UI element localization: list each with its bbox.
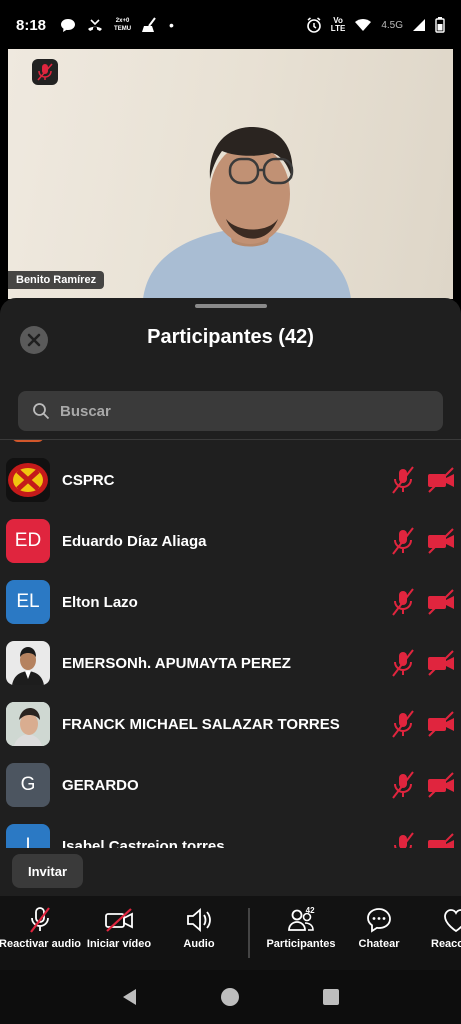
status-time: 8:18 xyxy=(16,16,47,34)
mic-muted-icon xyxy=(392,527,414,555)
participant-name: EMERSONh. APUMAYTA PEREZ xyxy=(62,654,291,672)
alarm-icon xyxy=(306,17,321,33)
system-nav-bar xyxy=(0,970,461,1024)
home-icon[interactable] xyxy=(220,987,240,1007)
back-icon[interactable] xyxy=(120,987,140,1007)
scrolled-avatar-edge xyxy=(12,440,44,442)
mic-muted-icon xyxy=(30,907,50,933)
invite-bar: Invitar xyxy=(0,848,461,896)
start-video-button[interactable]: Iniciar vídeo xyxy=(84,906,154,962)
avatar: EL xyxy=(6,580,50,624)
avatar-photo xyxy=(6,641,50,685)
avatar: I xyxy=(6,824,50,850)
participants-button[interactable]: 42 Participantes xyxy=(262,906,340,962)
csprc-logo-icon xyxy=(8,463,48,497)
chat-icon xyxy=(367,908,391,933)
search-input[interactable] xyxy=(60,402,400,420)
participant-name: FRANCK MICHAEL SALAZAR TORRES xyxy=(62,715,340,733)
avatar xyxy=(6,458,50,502)
video-off-icon xyxy=(428,711,454,737)
mic-muted-icon xyxy=(392,588,414,616)
person-photo xyxy=(12,647,44,685)
participant-row[interactable]: EMERSONh. APUMAYTA PEREZ xyxy=(0,633,461,693)
speaker-silhouette xyxy=(143,127,351,299)
participant-row[interactable]: ED Eduardo Díaz Aliaga xyxy=(0,511,461,571)
status-system-icons: Vo LTE 4.5G xyxy=(306,17,445,33)
mic-muted-icon xyxy=(37,63,53,81)
network-type: 4.5G xyxy=(381,19,403,31)
search-icon xyxy=(33,403,50,420)
participants-count-badge: 42 xyxy=(305,906,315,915)
video-off-icon xyxy=(428,772,454,798)
video-off-icon xyxy=(105,908,133,932)
mic-muted-icon xyxy=(392,771,414,799)
video-off-icon xyxy=(428,528,454,554)
start-video-label: Iniciar vídeo xyxy=(86,938,152,950)
participant-row[interactable]: FRANCK MICHAEL SALAZAR TORRES xyxy=(0,694,461,754)
avatar-initials: G xyxy=(20,774,36,795)
temu-badge: 2x+0 TEMU xyxy=(114,18,132,32)
avatar: ED xyxy=(6,519,50,563)
participant-row[interactable]: EL Elton Lazo xyxy=(0,572,461,632)
audio-icon xyxy=(187,908,211,932)
search-bar[interactable] xyxy=(18,391,443,431)
chat-label: Chatear xyxy=(358,938,400,950)
status-bar: 8:18 2x+0 TEMU • Vo LTE 4.5G xyxy=(0,0,461,50)
missed-call-icon xyxy=(88,19,103,31)
participant-row[interactable]: I Isabel Castrejon torres xyxy=(0,816,461,850)
avatar-initials: ED xyxy=(14,530,42,551)
video-off-icon xyxy=(428,650,454,676)
video-off-icon xyxy=(428,467,454,493)
mic-muted-icon xyxy=(392,466,414,494)
participant-name: Elton Lazo xyxy=(62,593,138,611)
close-button[interactable] xyxy=(20,326,48,354)
reaction-icon xyxy=(444,909,461,933)
audio-button[interactable]: Audio xyxy=(168,906,230,962)
reactions-button[interactable]: Reacciones xyxy=(428,906,461,962)
chat-bubble-icon xyxy=(61,18,76,32)
video-off-icon xyxy=(428,589,454,615)
avatar-initials: EL xyxy=(16,591,40,612)
wifi-icon xyxy=(355,19,372,31)
audio-label: Audio xyxy=(183,938,215,950)
active-speaker-video[interactable]: Benito Ramírez xyxy=(8,49,453,299)
sheet-drag-handle[interactable] xyxy=(195,304,267,308)
mic-muted-icon xyxy=(392,710,414,738)
person-photo xyxy=(6,702,50,746)
unmute-label: Reactivar audio xyxy=(0,938,81,950)
participant-name: GERARDO xyxy=(62,776,139,794)
mic-muted-badge xyxy=(32,59,58,85)
chat-button[interactable]: Chatear xyxy=(352,906,406,962)
status-notification-icons: 2x+0 TEMU • xyxy=(60,17,174,33)
avatar-photo xyxy=(6,702,50,746)
participant-row[interactable]: CSPRC xyxy=(0,450,461,510)
participant-list[interactable]: CSPRC ED Eduardo Díaz Aliaga EL Elton La… xyxy=(0,440,461,850)
broom-icon xyxy=(142,17,156,32)
unmute-button[interactable]: Reactivar audio xyxy=(0,906,81,962)
mic-muted-icon xyxy=(392,649,414,677)
more-dot-icon: • xyxy=(169,17,174,33)
avatar: G xyxy=(6,763,50,807)
recents-icon[interactable] xyxy=(321,987,341,1007)
participant-name: CSPRC xyxy=(62,471,115,489)
participants-panel: Participantes (42) CSPRC ED Eduardo Díaz… xyxy=(0,298,461,898)
participants-label: Participantes xyxy=(266,938,336,950)
speaker-name-tag: Benito Ramírez xyxy=(8,271,105,289)
volte-icon: Vo LTE xyxy=(331,17,346,33)
participant-row[interactable]: G GERARDO xyxy=(0,755,461,815)
battery-icon xyxy=(435,17,445,33)
toolbar-separator xyxy=(248,908,250,958)
close-icon xyxy=(27,333,41,347)
signal-icon xyxy=(413,19,425,31)
reactions-label: Reacciones xyxy=(431,938,461,950)
volte-bottom: LTE xyxy=(330,24,346,33)
panel-title: Participantes (42) xyxy=(147,326,314,348)
participant-name: Eduardo Díaz Aliaga xyxy=(62,532,207,550)
invite-button[interactable]: Invitar xyxy=(12,854,84,888)
meeting-toolbar: Reactivar audio Iniciar vídeo Audio 42 P… xyxy=(0,896,461,970)
